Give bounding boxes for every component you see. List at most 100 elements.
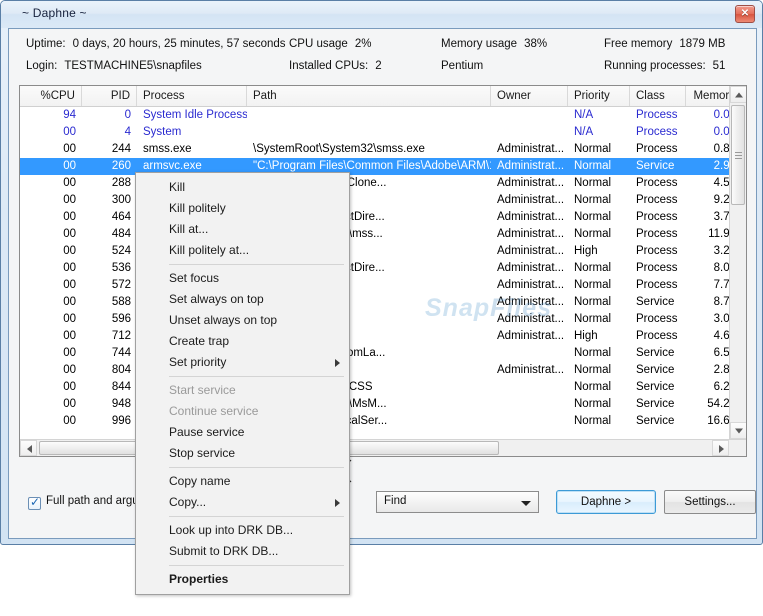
table-row[interactable]: 00300Rtlol.exe"Administrat...NormalProce… xyxy=(20,192,746,209)
cell-pid: 288 xyxy=(111,177,131,189)
column-header-cpu[interactable]: %CPU xyxy=(20,86,82,106)
menu-item-label: Copy... xyxy=(169,495,207,509)
cell-class: Service xyxy=(636,296,675,308)
table-row[interactable]: 00288VClorate Bytes\VirtualClone...Admin… xyxy=(20,175,746,192)
scroll-down-button[interactable] xyxy=(730,422,746,439)
menu-item-unset-always-on-top[interactable]: Unset always on top xyxy=(136,310,349,331)
menu-item-kill-at[interactable]: Kill at... xyxy=(136,219,349,240)
menu-separator xyxy=(169,376,344,377)
free-memory-value: 1879 MB xyxy=(679,38,726,50)
table-row[interactable]: 00588lsa\lsass.exeAdministrat...NormalSe… xyxy=(20,294,746,311)
menu-item-copy[interactable]: Copy... xyxy=(136,492,349,513)
vertical-scroll-thumb[interactable] xyxy=(731,105,745,205)
settings-button[interactable]: Settings... xyxy=(664,490,756,514)
process-context-menu[interactable]: Kill Kill politely Kill at... Kill politely… xyxy=(135,172,350,595)
cell-cpu: 00 xyxy=(63,398,76,410)
table-row[interactable]: 00996svc\svchost.exe -k LocalSer...Norma… xyxy=(20,413,746,430)
cell-priority: Normal xyxy=(574,143,612,155)
column-header-path[interactable]: Path xyxy=(247,86,491,106)
cell-pid: 844 xyxy=(111,381,131,393)
menu-item-set-priority[interactable]: Set priority xyxy=(136,352,349,373)
cell-pid: 4 xyxy=(124,126,131,138)
menu-item-set-always-on-top[interactable]: Set always on top xyxy=(136,289,349,310)
table-row[interactable]: 00596lsm\lsm.exeAdministrat...NormalProc… xyxy=(20,311,746,328)
menu-item-pause-service[interactable]: Pause service xyxy=(136,422,349,443)
cpu-type-info: Pentium xyxy=(441,60,484,72)
close-button[interactable]: ✕ xyxy=(735,5,755,23)
list-vertical-scrollbar[interactable] xyxy=(729,86,746,456)
table-row[interactable]: 00572ser\services.exeAdministrat...Norma… xyxy=(20,277,746,294)
submenu-arrow-icon xyxy=(335,359,340,367)
cell-class: Process xyxy=(636,194,678,206)
cell-path: \SystemRoot\System32\smss.exe xyxy=(253,143,425,155)
cell-priority: Normal xyxy=(574,415,612,427)
memory-usage-value: 38% xyxy=(524,38,548,50)
menu-item-create-trap[interactable]: Create trap xyxy=(136,331,349,352)
cell-class: Process xyxy=(636,109,678,121)
table-row[interactable]: 94 0 System Idle Process N/A Process 0.00 xyxy=(20,107,746,124)
table-row[interactable]: 00744svc\svchost.exe -k DcomLa...NormalS… xyxy=(20,345,746,362)
window-title: ~ Daphne ~ xyxy=(22,6,87,20)
column-header-priority[interactable]: Priority xyxy=(568,86,630,106)
table-row[interactable]: 00 4 System N/A Process 0.00 xyxy=(20,124,746,141)
table-row[interactable]: 00712winAdministrat...HighProcess4.61 xyxy=(20,328,746,345)
table-row[interactable]: 00536csr32\csrss.exe ObjectDire...Admini… xyxy=(20,260,746,277)
cell-pid: 0 xyxy=(124,109,131,121)
table-row[interactable]: 00484mssoft Security Client\mss...Admini… xyxy=(20,226,746,243)
cell-owner: Administrat... xyxy=(497,313,565,325)
uptime-info: Uptime: 0 days, 20 hours, 25 minutes, 57 … xyxy=(26,38,286,50)
checkmark-icon: ✓ xyxy=(30,495,41,509)
menu-item-kill-politely-at[interactable]: Kill politely at... xyxy=(136,240,349,261)
cell-owner xyxy=(491,379,568,396)
table-row[interactable]: 00948Mssoft Security Client\MsM...Normal… xyxy=(20,396,746,413)
menu-item-label: Kill politely at... xyxy=(169,243,250,257)
cell-class: Process xyxy=(636,245,678,257)
cell-owner: Administrat... xyxy=(497,177,565,189)
table-row[interactable]: 00524winAdministrat...HighProcess3.25 xyxy=(20,243,746,260)
table-row[interactable]: 00 244 smss.exe \SystemRoot\System32\smss.e… xyxy=(20,141,746,158)
cell-priority: N/A xyxy=(574,126,594,138)
cell-priority: Normal xyxy=(574,211,612,223)
full-path-checkbox[interactable]: ✓ xyxy=(28,495,41,510)
menu-item-stop-service[interactable]: Stop service xyxy=(136,443,349,464)
table-row[interactable]: 00804nvv\nvvsvc.exeAdministrat...NormalS… xyxy=(20,362,746,379)
scroll-right-button[interactable] xyxy=(712,440,729,456)
cell-priority: N/A xyxy=(574,109,594,121)
find-dropdown[interactable]: Find xyxy=(376,491,539,513)
menu-item-set-focus[interactable]: Set focus xyxy=(136,268,349,289)
menu-item-label: Kill at... xyxy=(169,222,209,236)
daphne-button[interactable]: Daphne > xyxy=(556,490,656,514)
menu-item-copy-name[interactable]: Copy name xyxy=(136,471,349,492)
menu-item-submit-to-drk-db[interactable]: Submit to DRK DB... xyxy=(136,541,349,562)
cell-cpu: 00 xyxy=(63,262,76,274)
menu-item-kill-politely[interactable]: Kill politely xyxy=(136,198,349,219)
cell-cpu: 00 xyxy=(63,313,76,325)
column-header-pid[interactable]: PID xyxy=(82,86,137,106)
list-horizontal-scrollbar[interactable] xyxy=(20,439,746,456)
column-header-process[interactable]: Process xyxy=(137,86,247,106)
cell-cpu: 00 xyxy=(63,381,76,393)
menu-item-label: Stop service xyxy=(169,446,236,460)
menu-item-look-up-into-drk-db[interactable]: Look up into DRK DB... xyxy=(136,520,349,541)
cell-class: Process xyxy=(636,228,678,240)
title-bar[interactable]: ~ Daphne ~ ✕ xyxy=(1,1,762,28)
cell-pid: 712 xyxy=(111,330,131,342)
cell-owner: Administrat... xyxy=(497,262,565,274)
cell-cpu: 00 xyxy=(63,160,76,172)
menu-item-properties[interactable]: Properties xyxy=(136,569,349,590)
table-row[interactable]: 00464csr32\csrss.exe ObjectDire...Admini… xyxy=(20,209,746,226)
memory-usage-label: Memory usage xyxy=(441,38,518,50)
cell-priority: Normal xyxy=(574,296,612,308)
column-header-owner[interactable]: Owner xyxy=(491,86,568,106)
menu-item-label: Set always on top xyxy=(169,292,264,306)
scroll-up-button[interactable] xyxy=(730,86,746,103)
cell-cpu: 94 xyxy=(63,109,76,121)
menu-item-kill[interactable]: Kill xyxy=(136,177,349,198)
column-header-class[interactable]: Class xyxy=(630,86,686,106)
table-row[interactable]: 00844svc\svchost.exe -k RPCSSNormalServi… xyxy=(20,379,746,396)
cell-class: Process xyxy=(636,313,678,325)
scroll-left-button[interactable] xyxy=(20,440,37,456)
process-list[interactable]: %CPU PID Process Path Owner Priority Class Memo… xyxy=(19,85,747,457)
table-row[interactable]: 00 260 armsvc.exe "C:\Program Files\Common … xyxy=(20,158,746,175)
menu-separator xyxy=(169,565,344,566)
